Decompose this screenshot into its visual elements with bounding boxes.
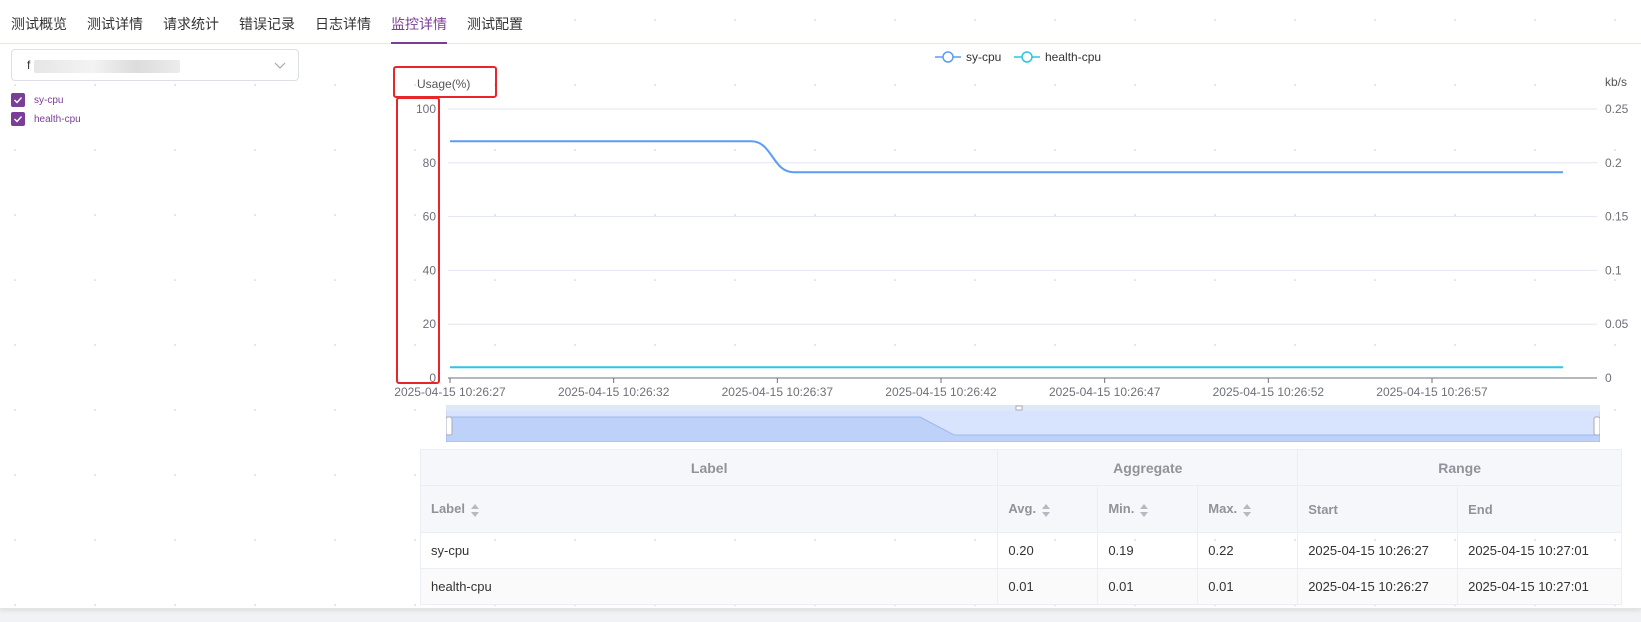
cell-start: 2025-04-15 10:26:27 [1297,568,1459,605]
redacted-value [34,60,180,73]
column-header-avg[interactable]: Avg. [997,485,1099,533]
group-header-range: Range [1297,449,1622,486]
table-row: health-cpu 0.01 0.01 0.01 2025-04-15 10:… [419,568,1622,605]
tab-monitor-details[interactable]: 监控详情 [391,0,447,44]
x-tick-label: 2025-04-15 10:26:47 [1049,385,1161,399]
y-tick-label: 0 [429,371,436,385]
checkbox-checked-icon [11,112,25,126]
legend-line-circle-icon [935,51,961,63]
cell-label: health-cpu [419,568,999,605]
cell-min: 0.19 [1097,532,1199,569]
column-header-label[interactable]: Label [419,485,999,533]
checkbox-label: health-cpu [34,113,81,125]
data-zoom-right-handle [1593,416,1600,436]
cell-start: 2025-04-15 10:26:27 [1297,532,1459,569]
x-tick-label: 2025-04-15 10:26:57 [1376,385,1488,399]
column-header-text: Label [431,501,465,517]
cell-avg: 0.01 [997,568,1099,605]
column-header-text: Min. [1108,501,1135,517]
checkbox-label: sy-cpu [34,94,64,106]
cell-label: sy-cpu [419,532,999,569]
y-tick-label: 80 [423,156,437,170]
table-header-row: Label Avg. Min. Max. Start End [419,485,1622,533]
y-right-tick-label: 0.2 [1605,156,1622,170]
y-tick-label: 40 [423,263,437,277]
column-header-start: Start [1297,485,1459,533]
y-right-tick-label: 0.25 [1605,102,1629,116]
chart-plot: Usage(%) kb/s 100 80 60 40 20 0 0.25 0.2 0.15 0.1 0.… [394,75,1629,399]
cell-end: 2025-04-15 10:27:01 [1457,532,1622,569]
tab-bar: 测试概览 测试详情 请求统计 错误记录 日志详情 监控详情 测试配置 [0,0,1641,44]
column-header-max[interactable]: Max. [1197,485,1299,533]
monitor-target-select[interactable]: f [11,49,299,81]
x-tick-label: 2025-04-15 10:26:37 [722,385,834,399]
sort-icon[interactable] [1140,503,1149,517]
group-header-label: Label [419,449,999,486]
sort-icon[interactable] [1243,503,1252,517]
legend-item-health-cpu[interactable]: health-cpu [1014,50,1101,64]
chevron-down-icon [274,62,286,69]
checkbox-checked-icon [11,93,25,107]
checkbox-sy-cpu[interactable]: sy-cpu [11,92,63,108]
tab-test-details[interactable]: 测试详情 [87,0,143,44]
monitor-chart: sy-cpu health-cpu Usage(%) kb/s 100 80 60 40 2… [380,44,1641,444]
x-tick-label: 2025-04-15 10:26:42 [885,385,997,399]
group-header-aggregate: Aggregate [997,449,1299,486]
y-tick-label: 60 [423,210,437,224]
select-value: f [27,58,31,72]
cell-min: 0.01 [1097,568,1199,605]
data-zoom-slider[interactable] [446,405,1600,442]
table-group-header-row: Label Aggregate Range [419,449,1622,486]
x-tick-label: 2025-04-15 10:26:27 [394,385,506,399]
cell-avg: 0.20 [997,532,1099,569]
data-zoom-move-handle [1015,405,1023,411]
cell-max: 0.22 [1197,532,1299,569]
y-axis-left-label: Usage(%) [417,77,470,91]
series-line-sy-cpu [450,140,1563,174]
column-header-text: Avg. [1008,501,1037,517]
legend-label: sy-cpu [966,50,1002,64]
x-tick-label: 2025-04-15 10:26:32 [558,385,670,399]
legend-line-circle-icon [1014,51,1040,63]
table-row: sy-cpu 0.20 0.19 0.22 2025-04-15 10:26:2… [419,532,1622,569]
tab-test-config[interactable]: 测试配置 [467,0,523,44]
data-zoom-left-handle [446,416,453,436]
cell-end: 2025-04-15 10:27:01 [1457,568,1622,605]
tab-request-stats[interactable]: 请求统计 [163,0,219,44]
y-right-tick-label: 0.1 [1605,263,1622,277]
legend-item-sy-cpu[interactable]: sy-cpu [935,50,1001,64]
tab-log-details[interactable]: 日志详情 [315,0,371,44]
y-right-tick-label: 0 [1605,371,1612,385]
cell-max: 0.01 [1197,568,1299,605]
y-axis-right-label: kb/s [1605,75,1627,89]
sort-icon[interactable] [470,503,480,517]
tab-error-records[interactable]: 错误记录 [239,0,295,44]
x-tick-label: 2025-04-15 10:26:52 [1213,385,1325,399]
column-header-end: End [1457,485,1622,533]
sort-icon[interactable] [1042,503,1051,517]
checkbox-health-cpu[interactable]: health-cpu [11,111,81,127]
y-right-tick-label: 0.15 [1605,210,1629,224]
legend-label: health-cpu [1045,50,1102,64]
app-window: 测试概览 测试详情 请求统计 错误记录 日志详情 监控详情 测试配置 f sy-… [0,0,1641,609]
y-right-tick-label: 0.05 [1605,317,1629,331]
column-header-min[interactable]: Min. [1097,485,1199,533]
y-tick-label: 100 [416,102,436,116]
y-tick-label: 20 [423,317,437,331]
stats-table: Label Aggregate Range Label Avg. Min. Ma… [419,449,1622,605]
column-header-text: Max. [1208,501,1238,517]
tab-test-overview[interactable]: 测试概览 [11,0,67,44]
data-zoom-top-bar [446,405,1600,411]
